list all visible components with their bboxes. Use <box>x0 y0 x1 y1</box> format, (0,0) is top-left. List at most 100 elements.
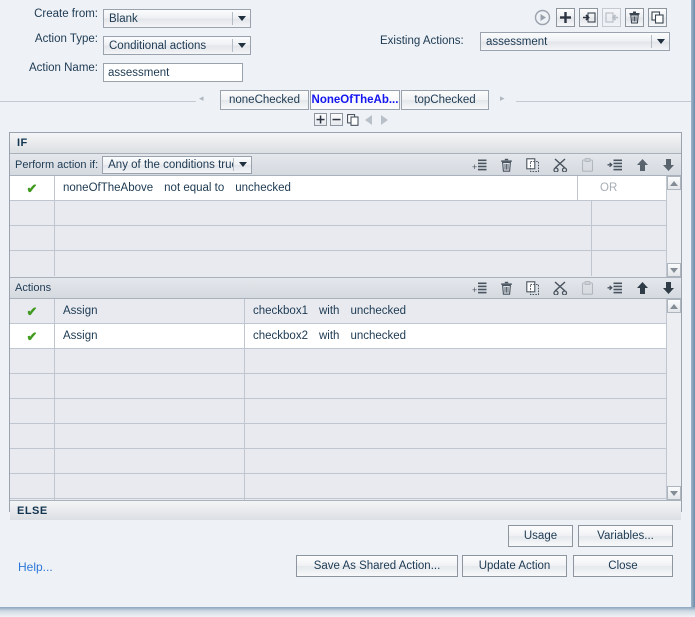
tab-scroll-right-icon[interactable]: ▸ <box>500 94 505 103</box>
tab-noneChecked[interactable]: noneChecked <box>220 90 309 110</box>
save-as-shared-action-button[interactable]: Save As Shared Action... <box>296 555 458 577</box>
window-right-edge <box>691 0 695 607</box>
arrow-up-icon[interactable] <box>636 158 649 172</box>
prev-tab-icon[interactable] <box>362 113 375 126</box>
table-row[interactable]: ✔ Assign checkbox2 with unchecked <box>10 324 681 349</box>
duplicate-icon[interactable] <box>648 8 667 27</box>
empty-check-cell <box>10 399 55 423</box>
if-grid-scrollbar[interactable] <box>666 176 681 277</box>
conditional-action-panel: IF Perform action if: Any of the conditi… <box>9 132 682 520</box>
table-row-empty[interactable] <box>10 399 681 424</box>
delete-icon[interactable] <box>625 8 644 27</box>
condition-enabled-checkmark[interactable]: ✔ <box>10 176 55 200</box>
existing-actions-dropdown[interactable]: assessment <box>480 32 670 51</box>
table-row[interactable]: ✔ Assign checkbox1 with unchecked <box>10 299 681 324</box>
create-from-dropdown[interactable]: Blank <box>103 9 251 28</box>
action-name-cell[interactable]: Assign <box>55 324 245 348</box>
scroll-up-icon[interactable] <box>667 299 681 313</box>
existing-actions-label: Existing Actions: <box>380 35 464 47</box>
condition-expression[interactable]: noneOfTheAbove not equal to unchecked <box>55 176 578 200</box>
empty-join-cell <box>592 226 667 250</box>
add-row-icon[interactable]: + <box>472 158 487 172</box>
action-name-label: Action Name: <box>28 62 98 74</box>
chevron-down-icon[interactable] <box>233 37 250 54</box>
empty-action-cell <box>55 374 245 398</box>
add-tab-icon[interactable] <box>314 113 327 126</box>
empty-params-cell <box>245 449 667 473</box>
tab-label: topChecked <box>414 94 476 106</box>
action-enabled-checkmark[interactable]: ✔ <box>10 299 55 323</box>
close-button[interactable]: Close <box>573 555 673 577</box>
if-conditions-grid: ✔ noneOfTheAbove not equal to unchecked … <box>10 176 681 277</box>
if-toolbar: Perform action if: Any of the conditions… <box>10 154 681 176</box>
condition-join-operator[interactable]: OR <box>592 176 667 200</box>
paste-icon <box>581 281 594 295</box>
table-row-empty[interactable] <box>10 449 681 474</box>
scroll-down-icon[interactable] <box>667 486 681 500</box>
copy-icon[interactable] <box>526 157 540 172</box>
table-row-empty[interactable] <box>10 349 681 374</box>
copy-icon[interactable] <box>526 281 540 295</box>
arrow-up-icon[interactable] <box>636 281 649 295</box>
remove-tab-icon[interactable] <box>330 113 343 126</box>
variables-button[interactable]: Variables... <box>578 525 673 547</box>
actions-toolbar: Actions + <box>10 277 681 299</box>
scroll-up-icon[interactable] <box>667 176 681 190</box>
table-row-empty[interactable] <box>10 499 681 500</box>
scissors-icon[interactable] <box>553 157 568 172</box>
scroll-down-icon[interactable] <box>667 263 681 277</box>
help-link[interactable]: Help... <box>18 560 53 574</box>
table-row-empty[interactable] <box>10 374 681 399</box>
trash-icon[interactable] <box>500 281 513 295</box>
arrow-down-icon[interactable] <box>662 158 675 172</box>
action-value: unchecked <box>350 305 407 317</box>
preview-icon[interactable] <box>533 8 552 27</box>
update-action-button[interactable]: Update Action <box>462 555 567 577</box>
svg-text:+: + <box>472 162 477 172</box>
duplicate-tab-icon[interactable] <box>346 113 359 126</box>
variables-label: Variables... <box>597 530 654 542</box>
next-tab-icon[interactable] <box>378 113 391 126</box>
existing-actions-row: Existing Actions: <box>380 35 464 47</box>
condition-join-label: OR <box>600 182 618 194</box>
chevron-down-icon[interactable] <box>234 157 251 173</box>
action-toolbar <box>533 8 667 27</box>
insert-row-icon[interactable] <box>607 158 623 172</box>
tab-label: noneChecked <box>229 94 300 106</box>
table-row-empty[interactable] <box>10 424 681 449</box>
tab-scroll-left-icon[interactable]: ◂ <box>199 94 204 103</box>
empty-params-cell <box>245 349 667 373</box>
tab-NoneOfTheAbove[interactable]: NoneOfTheAb... <box>310 90 400 110</box>
perform-action-if-dropdown[interactable]: Any of the conditions true <box>102 155 253 174</box>
add-icon[interactable] <box>556 8 575 27</box>
empty-check-cell <box>10 424 55 448</box>
actions-grid-scrollbar[interactable] <box>666 299 681 500</box>
arrow-down-icon[interactable] <box>662 281 675 295</box>
chevron-down-icon[interactable] <box>652 33 669 50</box>
action-parameters-cell[interactable]: checkbox1 with unchecked <box>245 299 667 323</box>
table-row-empty[interactable] <box>10 251 681 276</box>
paste-icon <box>581 157 594 172</box>
empty-check-cell <box>10 374 55 398</box>
table-row-empty[interactable] <box>10 226 681 251</box>
insert-row-icon[interactable] <box>607 281 623 295</box>
action-connector: with <box>318 305 340 317</box>
export-icon[interactable] <box>579 8 598 27</box>
trash-icon[interactable] <box>500 158 513 172</box>
action-name-cell[interactable]: Assign <box>55 299 245 323</box>
chevron-down-icon[interactable] <box>233 10 250 27</box>
table-row-empty[interactable] <box>10 474 681 499</box>
scissors-icon[interactable] <box>553 281 568 295</box>
empty-join-cell <box>592 251 667 276</box>
create-from-value: Blank <box>109 12 138 25</box>
action-parameters-cell[interactable]: checkbox2 with unchecked <box>245 324 667 348</box>
add-row-icon[interactable]: + <box>472 281 487 295</box>
action-name-input[interactable] <box>103 63 243 82</box>
table-row[interactable]: ✔ noneOfTheAbove not equal to unchecked … <box>10 176 681 201</box>
usage-button[interactable]: Usage <box>508 525 573 547</box>
tab-topChecked[interactable]: topChecked <box>401 90 489 110</box>
action-enabled-checkmark[interactable]: ✔ <box>10 324 55 348</box>
table-row-empty[interactable] <box>10 201 681 226</box>
empty-check-cell <box>10 349 55 373</box>
action-type-dropdown[interactable]: Conditional actions <box>103 36 251 55</box>
